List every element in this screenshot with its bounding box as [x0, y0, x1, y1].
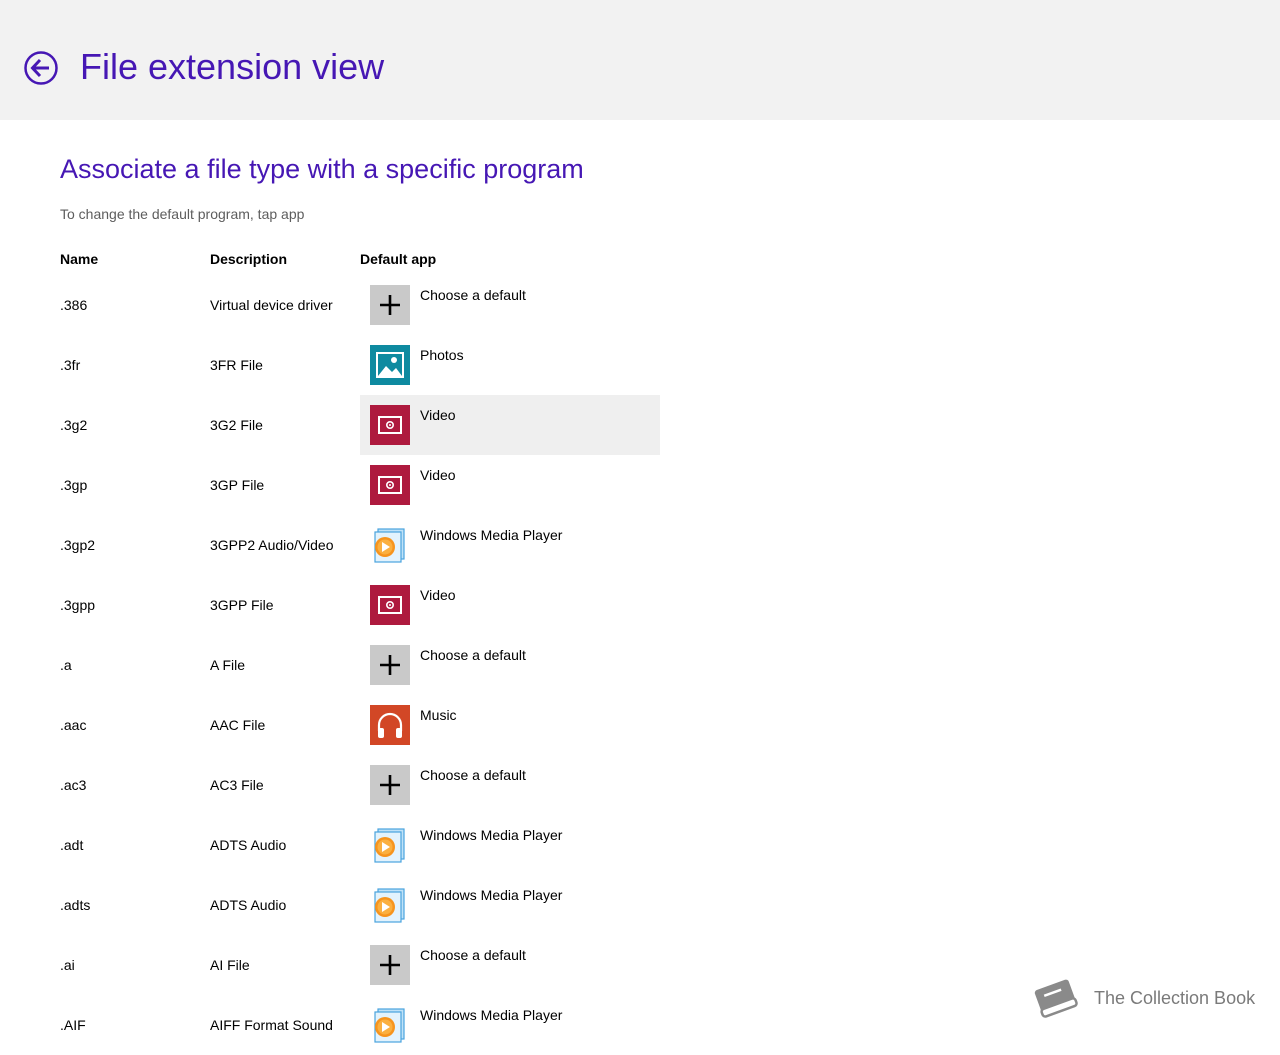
file-extension-description: ADTS Audio — [210, 837, 287, 853]
file-extension-description: 3G2 File — [210, 417, 263, 433]
file-extension-name: .3gp — [60, 477, 88, 493]
file-extension-name: .ac3 — [60, 777, 87, 793]
file-extension-description: A File — [210, 657, 246, 673]
column-header-name: Name — [60, 251, 99, 267]
photos-icon — [370, 345, 410, 385]
plus-icon — [370, 765, 410, 805]
default-app-label: Photos — [420, 347, 464, 363]
file-extension-name: .aac — [60, 717, 87, 733]
instructions-text: To change the default program, tap app — [60, 206, 305, 222]
file-extension-description: 3GPP File — [210, 597, 274, 613]
table-row: .3gp2 3GPP2 Audio/Video Windows Media Play… — [0, 515, 1280, 575]
file-extension-description: Virtual device driver — [210, 297, 333, 313]
file-extension-description: 3FR File — [210, 357, 263, 373]
media-player-icon — [370, 1005, 410, 1045]
table-row: .3g2 3G2 File Video — [0, 395, 1280, 455]
default-app-label: Windows Media Player — [420, 827, 563, 843]
default-app-button[interactable]: Video — [360, 455, 660, 515]
file-extension-list: .386 Virtual device driver Choose a defaul… — [0, 275, 1280, 1055]
default-app-label: Video — [420, 587, 456, 603]
default-app-label: Choose a default — [420, 647, 526, 663]
media-player-icon — [370, 825, 410, 865]
file-extension-name: .3gp2 — [60, 537, 96, 553]
default-app-label: Video — [420, 407, 456, 423]
file-extension-description: 3GPP2 Audio/Video — [210, 537, 334, 553]
default-app-label: Choose a default — [420, 767, 526, 783]
default-app-button[interactable]: Windows Media Player — [360, 875, 660, 935]
table-row: .aac AAC File Music — [0, 695, 1280, 755]
default-app-button[interactable]: Photos — [360, 335, 660, 395]
file-extension-name: .a — [60, 657, 72, 673]
video-icon — [370, 405, 410, 445]
file-extension-name: .3fr — [60, 357, 81, 373]
plus-icon — [370, 285, 410, 325]
default-app-button[interactable]: Choose a default — [360, 935, 660, 995]
back-button[interactable] — [24, 51, 58, 85]
book-icon — [1034, 979, 1078, 1018]
page-title: File extension view — [80, 46, 385, 87]
file-extension-name: .adt — [60, 837, 84, 853]
table-row: .3gpp 3GPP File Video — [0, 575, 1280, 635]
file-extension-description: AI File — [210, 957, 250, 973]
video-icon — [370, 585, 410, 625]
column-header-description: Description — [210, 251, 288, 267]
table-row: .3fr 3FR File Photos — [0, 335, 1280, 395]
table-row: .386 Virtual device driver Choose a defaul… — [0, 275, 1280, 335]
default-app-button[interactable]: Windows Media Player — [360, 995, 660, 1055]
file-extension-description: 3GP File — [210, 477, 265, 493]
default-app-label: Windows Media Player — [420, 887, 563, 903]
file-extension-name: .386 — [60, 297, 88, 313]
back-arrow-circle-icon — [24, 51, 58, 85]
watermark: The Collection Book — [1028, 974, 1268, 1024]
file-extension-name: .adts — [60, 897, 91, 913]
default-app-button[interactable]: Music — [360, 695, 660, 755]
default-app-button[interactable]: Windows Media Player — [360, 815, 660, 875]
default-app-button[interactable]: Windows Media Player — [360, 515, 660, 575]
file-extension-description: AC3 File — [210, 777, 264, 793]
table-row: .adts ADTS Audio Windows Media Player — [0, 875, 1280, 935]
file-extension-name: .AIF — [60, 1017, 86, 1033]
column-header-default-app: Default app — [360, 251, 437, 267]
file-extension-name: .3gpp — [60, 597, 96, 613]
default-app-button[interactable]: Choose a default — [360, 755, 660, 815]
file-extension-description: AAC File — [210, 717, 266, 733]
default-app-label: Music — [420, 707, 457, 723]
file-extension-name: .3g2 — [60, 417, 88, 433]
default-app-label: Choose a default — [420, 947, 526, 963]
media-player-icon — [370, 525, 410, 565]
plus-icon — [370, 645, 410, 685]
default-app-button[interactable]: Choose a default — [360, 635, 660, 695]
table-row: .a A File Choose a default — [0, 635, 1280, 695]
file-extension-description: AIFF Format Sound — [210, 1017, 333, 1033]
video-icon — [370, 465, 410, 505]
file-extension-description: ADTS Audio — [210, 897, 287, 913]
default-app-label: Video — [420, 467, 456, 483]
default-app-button[interactable]: Video — [360, 575, 660, 635]
media-player-icon — [370, 885, 410, 925]
default-app-label: Choose a default — [420, 287, 526, 303]
default-app-button[interactable]: Video — [360, 395, 660, 455]
default-app-button[interactable]: Choose a default — [360, 275, 660, 335]
music-icon — [370, 705, 410, 745]
watermark-text: The Collection Book — [1094, 988, 1256, 1008]
table-row: .adt ADTS Audio Windows Media Player — [0, 815, 1280, 875]
table-row: .3gp 3GP File Video — [0, 455, 1280, 515]
default-app-label: Windows Media Player — [420, 527, 563, 543]
header-bar: File extension view — [0, 0, 1280, 120]
file-extension-name: .ai — [60, 957, 75, 973]
default-app-label: Windows Media Player — [420, 1007, 563, 1023]
plus-icon — [370, 945, 410, 985]
table-row: .ac3 AC3 File Choose a default — [0, 755, 1280, 815]
section-title: Associate a file type with a specific pr… — [60, 154, 584, 184]
